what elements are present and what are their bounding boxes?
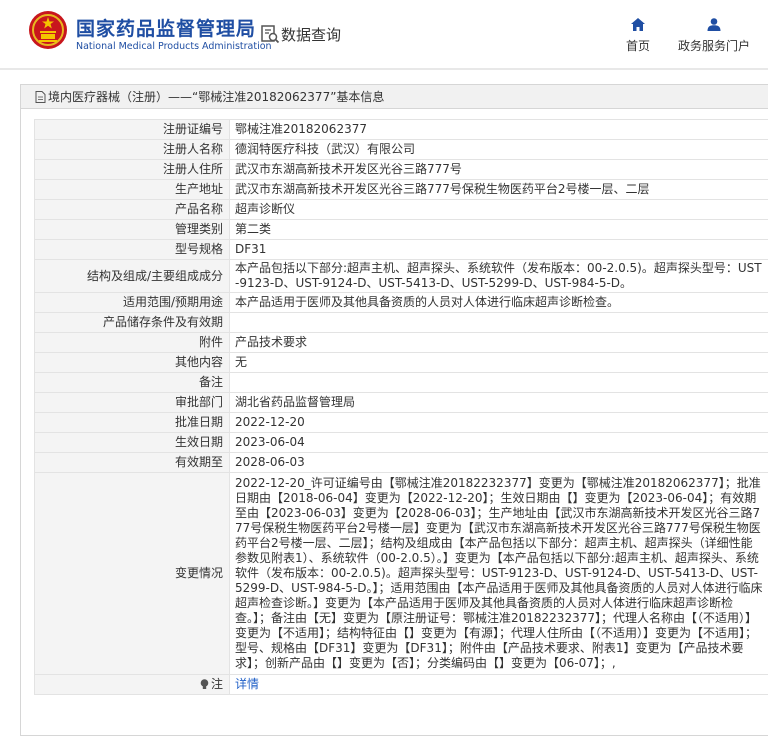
field-value: 湖北省药品监督管理局 [229, 392, 768, 413]
field-value: 鄂械注准20182062377 [229, 119, 768, 140]
detail-link[interactable]: 详情 [235, 677, 259, 691]
field-label: 生产地址 [34, 179, 230, 200]
field-label: 有效期至 [34, 452, 230, 473]
breadcrumb: 境内医疗器械（注册）——“鄂械注准20182062377”基本信息 [21, 85, 768, 109]
detail-panel: 境内医疗器械（注册）——“鄂械注准20182062377”基本信息 注册证编号鄂… [20, 84, 768, 736]
note-value-cell: 详情 [229, 674, 768, 695]
field-value: 2028-06-03 [229, 452, 768, 473]
field-value: 本产品适用于医师及其他具备资质的人员对人体进行临床超声诊断检查。 [229, 292, 768, 313]
field-value: 武汉市东湖高新技术开发区光谷三路777号 [229, 159, 768, 180]
field-label: 审批部门 [34, 392, 230, 413]
table-row-note: 注 详情 [34, 674, 768, 695]
field-label: 备注 [34, 372, 230, 393]
field-label: 注册证编号 [34, 119, 230, 140]
table-row: 型号规格 DF31 [34, 239, 768, 260]
user-icon [707, 18, 721, 31]
table-row: 批准日期 2022-12-20 [34, 412, 768, 433]
field-value: 本产品包括以下部分:超声主机、超声探头、系统软件（发布版本：00-2.0.5)。… [229, 259, 768, 293]
nav-home-label: 首页 [625, 39, 650, 53]
home-icon [631, 18, 645, 31]
field-label: 注册人住所 [34, 159, 230, 180]
nav-home[interactable]: 首页 [624, 18, 652, 54]
table-row: 管理类别 第二类 [34, 219, 768, 240]
field-value: 第二类 [229, 219, 768, 240]
field-label: 型号规格 [34, 239, 230, 260]
site-header: 国家药品监督管理局 National Medical Products Admi… [0, 0, 768, 70]
lightbulb-icon [200, 679, 209, 689]
field-value: 无 [229, 352, 768, 373]
note-label-cell: 注 [34, 674, 230, 695]
field-label: 管理类别 [34, 219, 230, 240]
table-row: 注册人住所 武汉市东湖高新技术开发区光谷三路777号 [34, 159, 768, 180]
field-label: 批准日期 [34, 412, 230, 433]
table-row: 产品名称 超声诊断仪 [34, 199, 768, 220]
table-row: 生产地址 武汉市东湖高新技术开发区光谷三路777号保税生物医药平台2号楼一层、二层 [34, 179, 768, 200]
field-label: 附件 [34, 332, 230, 353]
table-row: 生效日期 2023-06-04 [34, 432, 768, 453]
nav-gov-services[interactable]: 政务服务门户 [676, 18, 752, 54]
changes-value: 2022-12-20_许可证编号由【鄂械注准20182232377】变更为【鄂械… [229, 472, 768, 675]
field-label: 产品储存条件及有效期 [34, 312, 230, 333]
field-value: 超声诊断仪 [229, 199, 768, 220]
table-row: 有效期至 2028-06-03 [34, 452, 768, 473]
field-label: 其他内容 [34, 352, 230, 373]
data-query-icon [261, 25, 280, 44]
document-icon [35, 91, 46, 103]
field-value: 德润特医疗科技（武汉）有限公司 [229, 139, 768, 160]
table-row: 审批部门 湖北省药品监督管理局 [34, 392, 768, 413]
table-row: 产品储存条件及有效期 [34, 312, 768, 333]
nav-gov-label: 政务服务门户 [677, 39, 750, 53]
table-row: 其他内容无 [34, 352, 768, 373]
field-label: 生效日期 [34, 432, 230, 453]
field-value: 2023-06-04 [229, 432, 768, 453]
field-value: 武汉市东湖高新技术开发区光谷三路777号保税生物医药平台2号楼一层、二层 [229, 179, 768, 200]
table-row: 备注 [34, 372, 768, 393]
field-label: 结构及组成/主要组成成分 [34, 259, 230, 293]
breadcrumb-text: 境内医疗器械（注册）——“鄂械注准20182062377”基本信息 [48, 90, 385, 104]
field-value: 2022-12-20 [229, 412, 768, 433]
note-label: 注 [210, 677, 223, 691]
info-table: 注册证编号 鄂械注准20182062377 注册人名称 德润特医疗科技（武汉）有限公司… [34, 119, 768, 695]
table-row: 结构及组成/主要组成成分 本产品包括以下部分:超声主机、超声探头、系统软件（发布版… [34, 259, 768, 293]
field-label: 适用范围/预期用途 [34, 292, 230, 313]
field-value [229, 372, 768, 393]
field-value: 产品技术要求 [229, 332, 768, 353]
table-row: 附件 产品技术要求 [34, 332, 768, 353]
field-label: 产品名称 [34, 199, 230, 220]
site-title: 国家药品监督管理局 [76, 18, 257, 40]
data-query-label[interactable]: 数据查询 [281, 24, 341, 45]
table-row-changes: 变更情况 2022-12-20_许可证编号由【鄂械注准20182232377】变… [34, 472, 768, 675]
national-emblem-icon [29, 11, 67, 49]
table-row: 注册证编号 鄂械注准20182062377 [34, 119, 768, 140]
field-value: DF31 [229, 239, 768, 260]
site-subtitle: National Medical Products Administration [76, 41, 272, 52]
table-row: 适用范围/预期用途 本产品适用于医师及其他具备资质的人员对人体进行临床超声诊断检查… [34, 292, 768, 313]
field-label: 变更情况 [34, 472, 230, 675]
field-label: 注册人名称 [34, 139, 230, 160]
table-row: 注册人名称 德润特医疗科技（武汉）有限公司 [34, 139, 768, 160]
field-value [229, 312, 768, 333]
